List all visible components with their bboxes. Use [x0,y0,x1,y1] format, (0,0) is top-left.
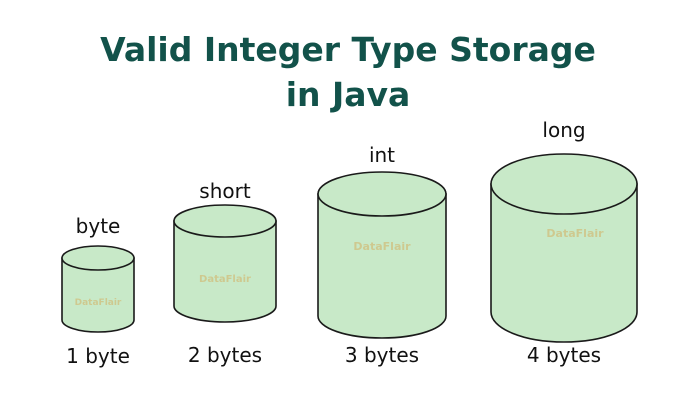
cylinder-size-label: 2 bytes [187,343,263,367]
watermark-logo: DataFlair [353,240,411,253]
watermark-logo: DataFlair [75,298,122,308]
cylinder-size-label: 3 bytes [344,343,420,367]
watermark-logo: DataFlair [199,274,251,285]
cylinder-type-label: long [542,118,586,142]
cylinder-type-label: short [199,179,251,203]
cylinder-short: DataFlair [173,204,277,323]
cylinder-size-label: 1 byte [66,344,130,368]
cylinder-type-label: int [368,143,396,167]
cylinder-size-label: 4 bytes [526,343,602,367]
cylinder-int: DataFlair [317,171,447,339]
watermark-logo: DataFlair [546,227,604,240]
cylinder-long: DataFlair [490,153,638,343]
cylinder-byte: DataFlair [61,245,135,333]
cylinder-type-label: byte [75,214,121,238]
